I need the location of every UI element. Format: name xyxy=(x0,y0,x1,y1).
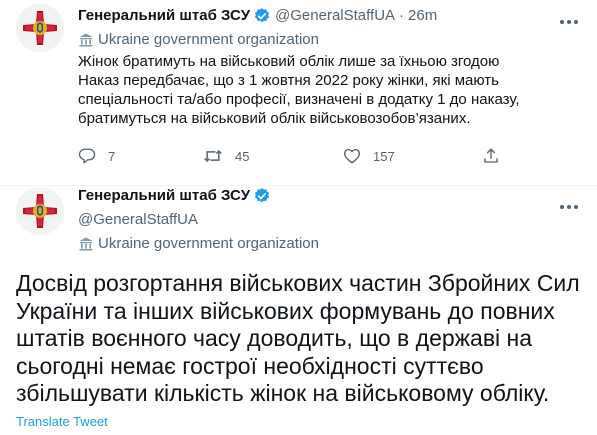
share-button[interactable] xyxy=(482,147,512,165)
avatar[interactable] xyxy=(16,187,64,235)
tweet-actions: 7 45 157 xyxy=(78,147,508,167)
general-staff-emblem-icon xyxy=(16,4,64,52)
tweet2-header: Генеральний штаб ЗСУ xyxy=(78,186,271,206)
reply-button[interactable]: 7 xyxy=(78,147,115,165)
like-button[interactable]: 157 xyxy=(343,147,395,165)
display-name[interactable]: Генеральний штаб ЗСУ xyxy=(78,186,250,206)
tweet-text-line: Досвід розгортання військових частин Збр… xyxy=(16,270,580,296)
more-options-icon[interactable] xyxy=(559,197,579,209)
retweet-icon xyxy=(204,149,222,163)
verified-badge-icon xyxy=(253,187,271,205)
heart-icon xyxy=(343,148,361,164)
verified-badge-icon xyxy=(253,7,271,25)
tweet1-header: Генеральний штаб ЗСУ @GeneralStaffUA · 2… xyxy=(78,6,437,26)
tweet-text: Жінок братимуть на військовий облік лише… xyxy=(78,52,520,128)
tweet-text-line: України та інших військових формувань до… xyxy=(16,297,555,324)
share-icon xyxy=(484,148,498,163)
handle[interactable]: @GeneralStaffUA xyxy=(78,210,198,230)
tweet-text-line: спеціальності та/або професії, визначені… xyxy=(78,91,520,108)
more-options-icon[interactable] xyxy=(559,12,579,24)
government-label[interactable]: Ukraine government organization xyxy=(78,30,319,50)
government-building-icon xyxy=(79,33,93,47)
avatar[interactable] xyxy=(16,4,64,52)
tweet-text-line: Наказ передбачає, що з 1 жовтня 2022 рок… xyxy=(78,72,499,89)
reply-count: 7 xyxy=(108,148,116,164)
government-building-icon xyxy=(79,237,93,251)
retweet-count: 45 xyxy=(235,148,250,164)
tweet-text: Досвід розгортання військових частин Збр… xyxy=(16,270,580,408)
government-label-text: Ukraine government organization xyxy=(98,31,319,48)
government-label-text: Ukraine government organization xyxy=(98,235,319,252)
like-count: 157 xyxy=(373,148,395,164)
tweet-text-line: Жінок братимуть на військовий облік лише… xyxy=(78,53,500,70)
tweet-text-line: сьогодні немає гострої необхідності сутт… xyxy=(16,352,484,379)
tweet-text-line: збільшувати кількість жінок на військово… xyxy=(16,380,550,406)
retweet-button[interactable]: 45 xyxy=(203,147,249,165)
handle[interactable]: @GeneralStaffUA xyxy=(275,6,395,26)
government-label[interactable]: Ukraine government organization xyxy=(78,234,319,254)
separator: · xyxy=(399,7,405,24)
reply-icon xyxy=(78,148,96,164)
tweet2-handle-row: @GeneralStaffUA xyxy=(78,210,198,230)
display-name[interactable]: Генеральний штаб ЗСУ xyxy=(78,6,250,26)
translate-tweet-link[interactable]: Translate Tweet xyxy=(16,414,108,430)
tweet-text-line: братимуться на військовий облік військов… xyxy=(78,110,471,127)
timestamp[interactable]: 26m xyxy=(408,6,437,26)
general-staff-emblem-icon xyxy=(16,187,64,235)
tweet-text-line: штатів воєнного часу доводить, що в держ… xyxy=(16,325,533,351)
